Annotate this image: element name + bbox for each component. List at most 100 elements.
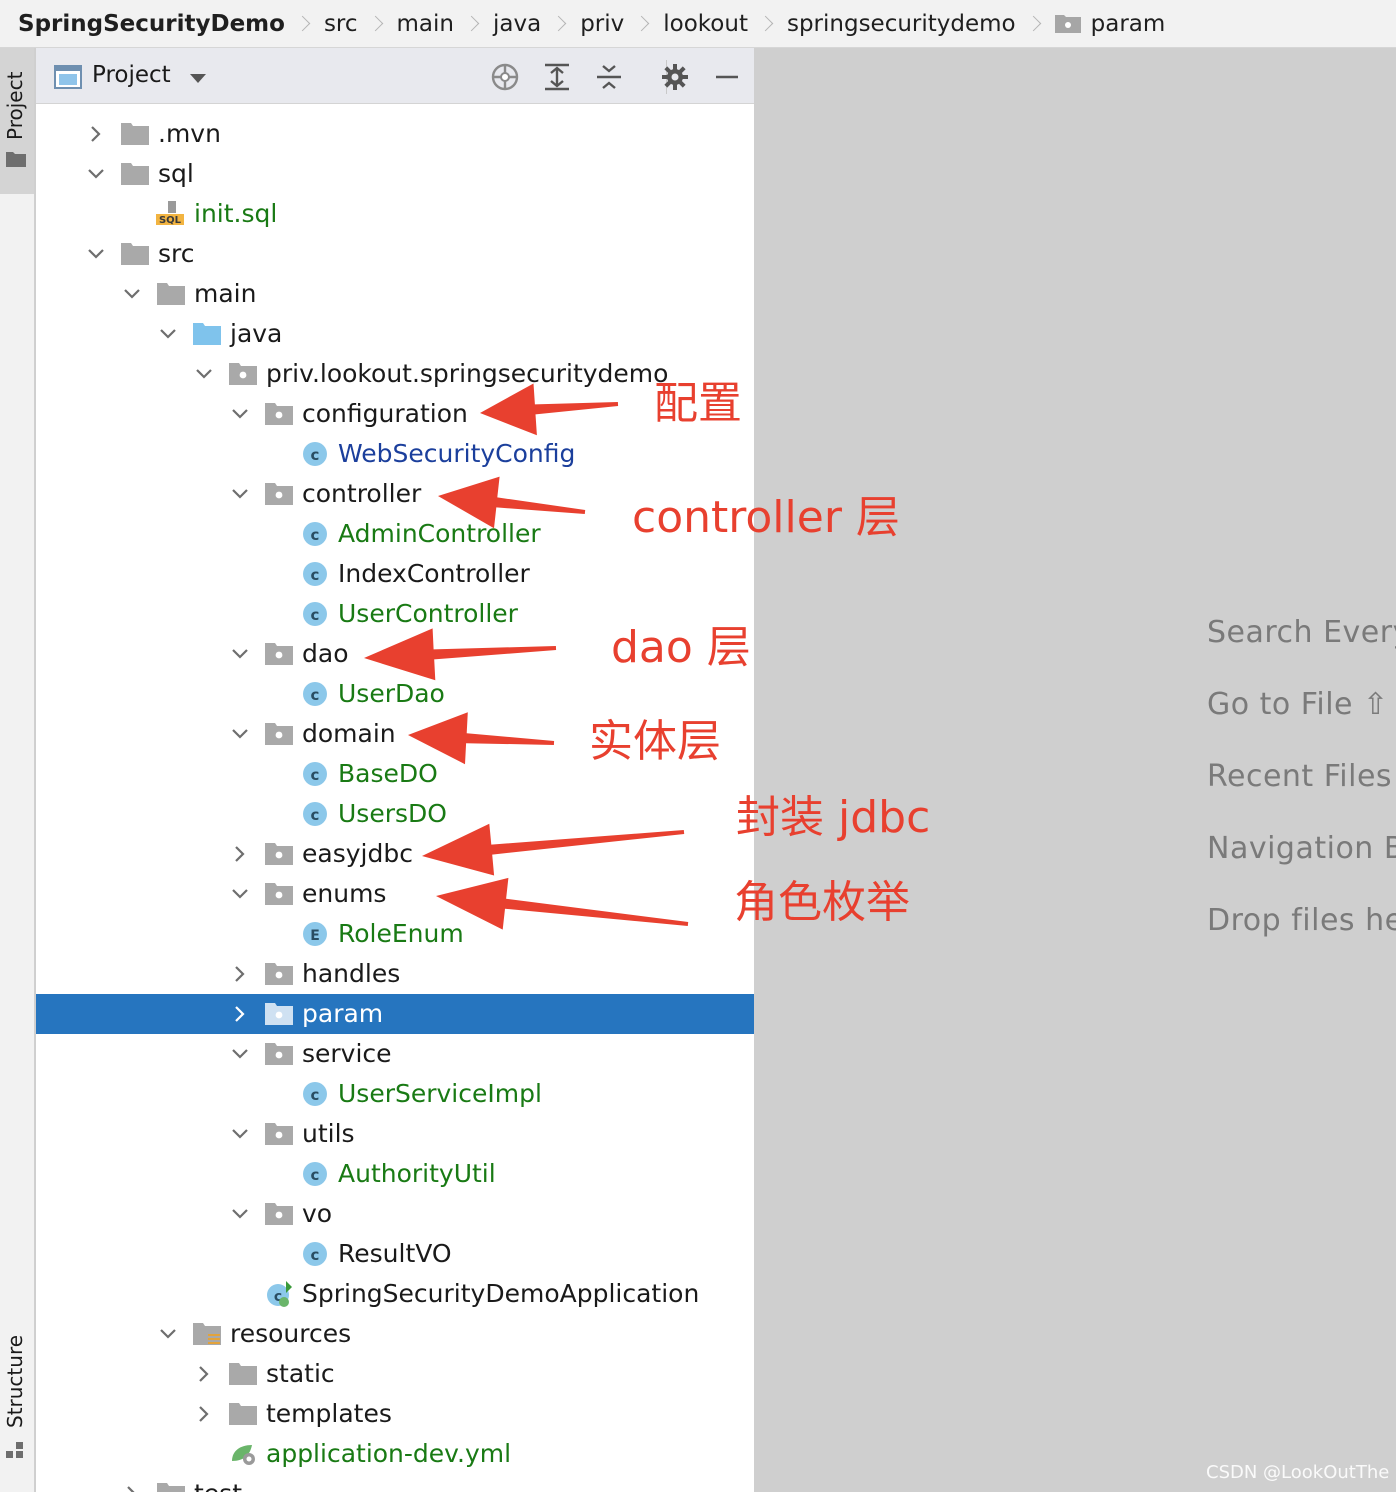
package-icon	[265, 843, 293, 865]
folder-icon	[6, 152, 26, 167]
chevron-down-icon[interactable]	[158, 1324, 178, 1344]
breadcrumb-label: src	[323, 10, 358, 37]
yml-file-icon	[232, 1445, 255, 1465]
tree-node-label: AuthorityUtil	[338, 1159, 496, 1188]
tree-node-label: .mvn	[158, 119, 221, 148]
editor-empty-area[interactable]: Search Every Go to File ⇧ Recent Files Navi…	[754, 48, 1396, 1492]
package-icon	[265, 643, 293, 665]
tree-node-templates[interactable]: templates	[36, 1394, 754, 1434]
breadcrumb: SpringSecurityDemo src main java priv lookout…	[0, 0, 1396, 48]
tree-node-sql[interactable]: sql	[36, 154, 754, 194]
breadcrumb-item[interactable]: springsecuritydemo	[748, 11, 1016, 37]
tree-node-static[interactable]: static	[36, 1354, 754, 1394]
chevron-down-icon[interactable]	[190, 74, 206, 83]
tree-node-indexcontroller[interactable]: c IndexController	[36, 554, 754, 594]
annotation-label-enums: 角色枚举	[734, 877, 910, 928]
tree-node-springsecuritydemoapplication[interactable]: c SpringSecurityDemoApplication	[36, 1274, 754, 1314]
class-icon: c	[303, 1242, 327, 1266]
chevron-right-icon[interactable]	[194, 1404, 214, 1424]
breadcrumb-item[interactable]: priv	[541, 11, 624, 37]
chevron-right-icon[interactable]	[230, 844, 250, 864]
tree-node-resources[interactable]: resources	[36, 1314, 754, 1354]
tree-node--mvn[interactable]: .mvn	[36, 114, 754, 154]
tree-node-userdao[interactable]: c UserDao	[36, 674, 754, 714]
chevron-down-icon[interactable]	[230, 404, 250, 424]
breadcrumb-item[interactable]: param	[1016, 11, 1165, 37]
tree-node-label: application-dev.yml	[266, 1439, 512, 1468]
project-tree[interactable]: .mvn sql SQL init.sql src main java priv.lookou…	[36, 104, 754, 1492]
chevron-right-icon[interactable]	[194, 1364, 214, 1384]
tree-node-easyjdbc[interactable]: easyjdbc	[36, 834, 754, 874]
tree-node-java[interactable]: java	[36, 314, 754, 354]
folder-icon	[121, 123, 149, 145]
chevron-right-icon[interactable]	[122, 1484, 142, 1492]
tree-node-src[interactable]: src	[36, 234, 754, 274]
tree-node-userserviceimpl[interactable]: c UserServiceImpl	[36, 1074, 754, 1114]
enum-icon: E	[303, 922, 327, 946]
tree-node-priv-lookout-springsecuritydemo[interactable]: priv.lookout.springsecuritydemo	[36, 354, 754, 394]
chevron-down-icon[interactable]	[194, 364, 214, 384]
tree-node-label: SpringSecurityDemoApplication	[302, 1279, 700, 1308]
tree-node-label: param	[302, 999, 384, 1028]
tool-window-strip: Project Structure	[0, 48, 35, 1492]
tree-node-application-dev-yml[interactable]: application-dev.yml	[36, 1434, 754, 1474]
collapse-all-icon[interactable]	[594, 62, 624, 92]
tree-node-main[interactable]: main	[36, 274, 754, 314]
tree-node-roleenum[interactable]: E RoleEnum	[36, 914, 754, 954]
chevron-down-icon[interactable]	[230, 1124, 250, 1144]
tree-node-handles[interactable]: handles	[36, 954, 754, 994]
chevron-right-icon[interactable]	[230, 1004, 250, 1024]
chevron-down-icon[interactable]	[230, 1204, 250, 1224]
tree-node-init-sql[interactable]: SQL init.sql	[36, 194, 754, 234]
editor-hint-4[interactable]: Drop files he	[1207, 903, 1396, 938]
tree-node-label: WebSecurityConfig	[338, 439, 576, 468]
project-view-selector[interactable]: Project	[92, 62, 171, 88]
tree-node-param[interactable]: param	[36, 994, 754, 1034]
chevron-down-icon[interactable]	[230, 1044, 250, 1064]
class-icon: c	[303, 1082, 327, 1106]
tree-node-usersdo[interactable]: c UsersDO	[36, 794, 754, 834]
tree-node-label: RoleEnum	[338, 919, 464, 948]
tree-node-vo[interactable]: vo	[36, 1194, 754, 1234]
chevron-down-icon[interactable]	[230, 724, 250, 744]
tree-node-service[interactable]: service	[36, 1034, 754, 1074]
tree-node-resultvo[interactable]: c ResultVO	[36, 1234, 754, 1274]
class-icon: c	[303, 562, 327, 586]
expand-all-icon[interactable]	[542, 62, 572, 92]
annotation-label-controller: controller 层	[632, 492, 900, 543]
locate-icon[interactable]	[490, 62, 520, 92]
chevron-right-icon[interactable]	[86, 124, 106, 144]
breadcrumb-item[interactable]: java	[454, 11, 541, 37]
breadcrumb-item[interactable]: SpringSecurityDemo	[18, 11, 285, 37]
chevron-down-icon[interactable]	[230, 884, 250, 904]
chevron-down-icon[interactable]	[230, 484, 250, 504]
tree-node-test[interactable]: test	[36, 1474, 754, 1492]
tree-node-websecurityconfig[interactable]: c WebSecurityConfig	[36, 434, 754, 474]
chevron-down-icon[interactable]	[230, 644, 250, 664]
tree-node-label: utils	[302, 1119, 355, 1148]
chevron-right-icon[interactable]	[230, 964, 250, 984]
breadcrumb-item[interactable]: lookout	[624, 11, 748, 37]
chevron-down-icon[interactable]	[86, 164, 106, 184]
spring-boot-class-icon: c	[267, 1281, 292, 1307]
chevron-down-icon[interactable]	[122, 284, 142, 304]
breadcrumb-item[interactable]: main	[358, 11, 454, 37]
tree-node-utils[interactable]: utils	[36, 1114, 754, 1154]
editor-hint-3[interactable]: Navigation B	[1207, 831, 1396, 866]
minimize-icon[interactable]	[712, 62, 742, 92]
chevron-down-icon[interactable]	[86, 244, 106, 264]
editor-hint-1[interactable]: Go to File ⇧	[1207, 687, 1389, 722]
structure-tool-button[interactable]: Structure	[0, 1318, 34, 1468]
breadcrumb-item[interactable]: src	[285, 11, 358, 37]
svg-text:c: c	[311, 446, 320, 464]
tree-node-configuration[interactable]: configuration	[36, 394, 754, 434]
chevron-right-icon	[633, 15, 650, 32]
project-tool-button[interactable]: Project	[0, 48, 34, 194]
class-icon: c	[303, 1162, 327, 1186]
editor-hint-0[interactable]: Search Every	[1207, 615, 1396, 650]
tree-node-enums[interactable]: enums	[36, 874, 754, 914]
chevron-down-icon[interactable]	[158, 324, 178, 344]
gear-icon[interactable]	[660, 62, 690, 92]
tree-node-authorityutil[interactable]: c AuthorityUtil	[36, 1154, 754, 1194]
editor-hint-2[interactable]: Recent Files	[1207, 759, 1392, 794]
